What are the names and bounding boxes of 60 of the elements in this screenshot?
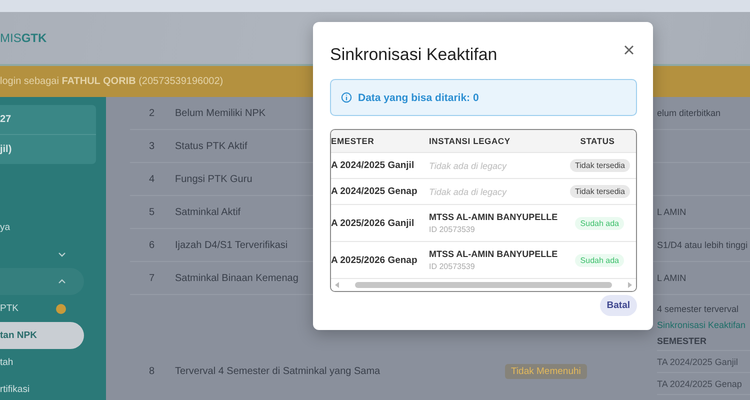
status-pill: Sudah ada [575,216,624,230]
horizontal-scrollbar[interactable] [331,279,636,291]
criterion-detail: elum diterbitkan [657,108,722,118]
criterion-name: Belum Memiliki NPK [175,108,266,118]
status-pill: Tidak tersedia [570,185,630,198]
sidebar-group[interactable] [0,268,84,295]
sidebar-item[interactable]: tan NPK [0,322,84,349]
institution-name: MTSS AL-AMIN BANYUPELLE [429,249,559,259]
sidebar-item[interactable]: PTK [0,295,84,322]
sidebar-item[interactable]: rtifikasi [0,376,84,400]
sidebar-item[interactable]: ya [0,214,84,241]
status-badge: Tidak Memenuhi [505,364,587,378]
row-number: 3 [148,140,156,152]
institution-name: MTSS AL-AMIN BANYUPELLE [429,212,559,222]
cancel-button[interactable]: Batal [600,295,637,316]
criterion-detail: 4 semester terverval [657,304,740,314]
criterion-name: Status PTK Aktif [175,140,248,152]
row-number: 8 [148,366,156,376]
row-number: 7 [148,272,156,284]
chevron-up-icon [58,279,66,284]
status-pill: Sudah ada [575,254,624,266]
app-logo: MISGTK [0,31,47,45]
row-number: 6 [148,240,156,250]
column-header: STATUS [579,136,616,146]
institution-id: ID 20573539 [429,262,476,271]
info-icon [341,92,352,103]
criterion-detail: S1/D4 atau lebih tinggi [657,240,749,250]
semester-cell-text: A 2025/2026 Genap [331,254,418,266]
row-number: 2 [148,108,156,118]
dialog-title: Sinkronisasi Keaktifan [330,45,498,65]
semester-cell-text: A 2024/2025 Genap [331,186,418,197]
status-pill: Tidak tersedia [570,159,630,172]
info-text: Data yang bisa ditarik: 0 [358,92,479,104]
login-banner-text: login sebagai FATHUL QORIB (20573539196002) [0,76,224,87]
chevron-down-icon [58,252,66,257]
column-header: INSTANSI LEGACY [429,136,512,146]
table-cell: TA 2024/2025 Genap [657,379,750,395]
row-number: 4 [148,174,156,184]
criterion-name: Terverval 4 Semester di Satminkal yang Sama [175,366,380,376]
legacy-empty-text: Tidak ada di legacy [429,160,508,170]
semester-cell-text: A 2025/2026 Ganjil [331,218,416,228]
scroll-left-icon[interactable] [335,282,339,288]
criterion-detail: L AMIN [657,207,688,217]
institution-id: ID 20573539 [429,225,476,234]
table-cell: TA 2024/2025 Ganjil [657,357,750,373]
criterion-name: Satminkal Binaan Kemenag [175,272,298,284]
sidebar-item[interactable]: tah [0,349,84,376]
scroll-right-icon[interactable] [628,282,632,288]
legacy-empty-text: Tidak ada di legacy [429,186,508,196]
criterion-detail: L AMIN [657,273,688,283]
sidebar-card-text: jil) [0,143,13,157]
column-header: EMESTER [331,136,376,146]
criterion-name: Satminkal Aktif [175,206,241,218]
criterion-name: Ijazah D4/S1 Terverifikasi [175,240,288,250]
sync-link[interactable]: Sinkronisasi Keaktifan [657,320,750,330]
column-header: SEMESTER [657,336,750,351]
row-number: 5 [148,206,156,218]
sidebar-card-text: 27 [0,105,96,135]
criterion-name: Fungsi PTK Guru [175,174,252,184]
semester-cell-text: A 2024/2025 Ganjil [331,160,416,171]
